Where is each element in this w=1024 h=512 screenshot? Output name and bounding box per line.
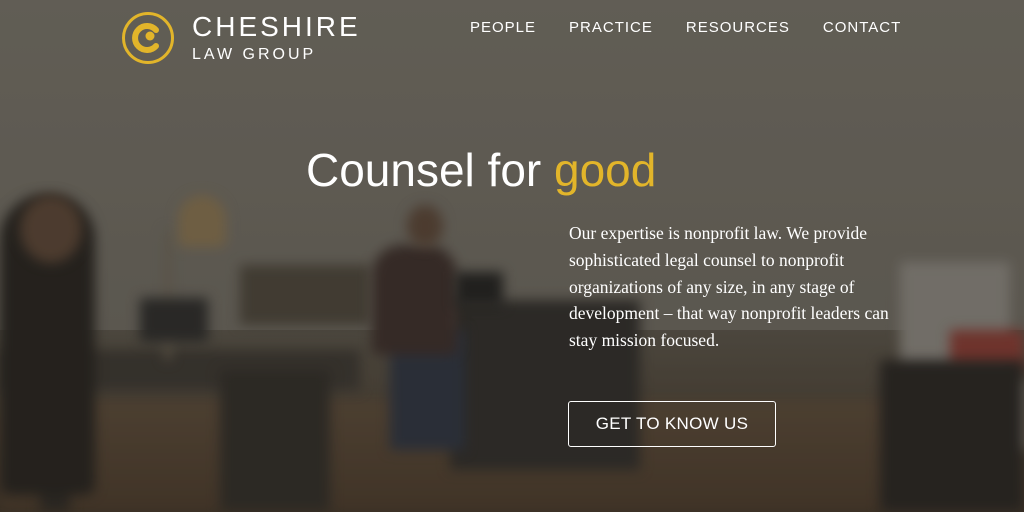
hero-section: CHESHIRE LAW GROUP PEOPLE PRACTICE RESOU…	[0, 0, 1024, 512]
nav-item-resources[interactable]: RESOURCES	[686, 19, 790, 36]
hero-description: Our expertise is nonprofit law. We provi…	[569, 223, 889, 351]
headline-accent: good	[554, 144, 657, 196]
logo-text: CHESHIRE LAW GROUP	[192, 13, 361, 63]
logo-link[interactable]: CHESHIRE LAW GROUP	[122, 12, 361, 64]
brand-tagline: LAW GROUP	[192, 46, 317, 63]
main-nav: PEOPLE PRACTICE RESOURCES CONTACT	[470, 19, 934, 36]
headline-text: Counsel for	[306, 144, 542, 196]
brand-name: CHESHIRE	[192, 11, 361, 42]
nav-item-contact[interactable]: CONTACT	[823, 19, 901, 36]
nav-item-practice[interactable]: PRACTICE	[569, 19, 653, 36]
get-to-know-us-button[interactable]: GET TO KNOW US	[568, 401, 776, 447]
site-header: CHESHIRE LAW GROUP PEOPLE PRACTICE RESOU…	[0, 0, 1024, 80]
nav-item-people[interactable]: PEOPLE	[470, 19, 536, 36]
cheshire-c-logo-icon	[122, 12, 174, 64]
hero-headline: Counsel for good	[306, 143, 656, 197]
